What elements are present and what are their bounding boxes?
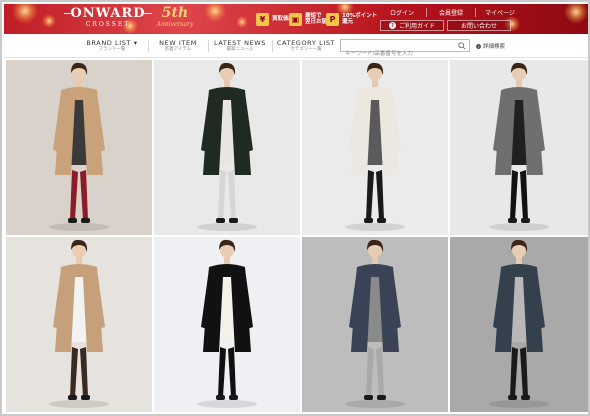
points-icon: P (326, 12, 339, 26)
look-image[interactable] (154, 237, 300, 412)
arrow-right-icon: › (476, 43, 481, 49)
nav-brand-list[interactable]: BRAND LIST ▾ ブランド一覧 (82, 39, 142, 53)
guide-link[interactable]: ? ご利用ガイド (380, 20, 444, 31)
look-grid (6, 60, 588, 414)
header-banner: ONWARD CROSSET 5th Anniversary ¥ 買取価格 ▣ … (4, 4, 588, 34)
promo-points-line2: 還元 (342, 19, 354, 25)
nav-divider (208, 40, 209, 52)
nav-divider (148, 40, 149, 52)
page-frame: ONWARD CROSSET 5th Anniversary ¥ 買取価格 ▣ … (0, 0, 590, 416)
nav-new-item-label: NEW ITEM (159, 39, 197, 47)
look-image[interactable] (450, 60, 588, 235)
look-image[interactable] (450, 237, 588, 412)
register-link[interactable]: 会員登録 (427, 7, 475, 18)
nav-divider (272, 40, 273, 52)
look-image[interactable] (302, 60, 448, 235)
logo-subtext: CROSSET (85, 21, 131, 28)
look-image[interactable] (154, 60, 300, 235)
nav-category-list-label: CATEGORY LIST (276, 39, 336, 47)
look-image[interactable] (6, 60, 152, 235)
mypage-link[interactable]: マイページ (476, 7, 524, 18)
yen-icon: ¥ (256, 12, 269, 26)
look-image[interactable] (302, 237, 448, 412)
promo-points[interactable]: P 10%ポイント 還元 (326, 10, 377, 28)
nav-new-item[interactable]: NEW ITEM 新着アイテム (154, 39, 202, 53)
anniversary-number: 5th (161, 5, 189, 21)
nav-category-list-sublabel: カテゴリー一覧 (290, 47, 322, 52)
anniversary-badge[interactable]: 5th Anniversary (154, 5, 196, 33)
nav-latest-news[interactable]: LATEST NEWS 最新ニュース (212, 39, 268, 53)
nav-latest-news-label: LATEST NEWS (213, 39, 267, 47)
truck-icon: ▣ (289, 12, 302, 26)
detail-search-link[interactable]: › 詳細検索 (476, 42, 505, 50)
look-image[interactable] (6, 237, 152, 412)
nav-brand-list-sublabel: ブランド一覧 (98, 47, 126, 52)
nav-latest-news-sublabel: 最新ニュース (226, 47, 254, 52)
search-icon[interactable] (458, 42, 466, 50)
nav-new-item-sublabel: 新着アイテム (164, 47, 192, 52)
question-icon: ? (388, 22, 396, 29)
main-nav: BRAND LIST ▾ ブランド一覧 NEW ITEM 新着アイテム LATE… (4, 34, 588, 60)
login-link[interactable]: ログイン (378, 7, 426, 18)
contact-link[interactable]: お問い合わせ (447, 20, 511, 31)
guide-label: ご利用ガイド (398, 23, 435, 30)
nav-brand-list-label: BRAND LIST ▾ (86, 39, 138, 47)
detail-search-label: 詳細検索 (483, 44, 506, 50)
nav-category-list[interactable]: CATEGORY LIST カテゴリー一覧 (276, 39, 336, 53)
search-input[interactable] (341, 48, 453, 60)
search-box (340, 39, 470, 60)
anniversary-label: Anniversary (156, 21, 194, 28)
logo-text: ONWARD (70, 6, 146, 21)
onward-crosset-logo[interactable]: ONWARD CROSSET (64, 6, 152, 32)
